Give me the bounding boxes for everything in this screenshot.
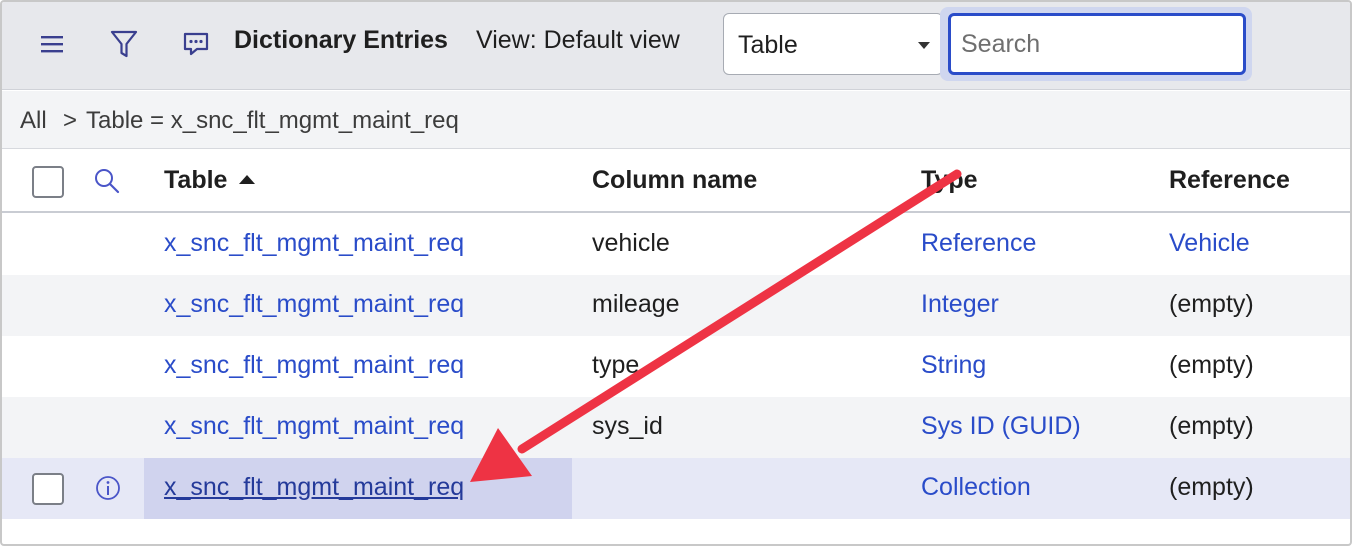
- reference-link[interactable]: Vehicle: [1169, 229, 1250, 258]
- table-row: x_snc_flt_mgmt_maint_req sys_id Sys ID (…: [2, 397, 1350, 458]
- column-header-column-name[interactable]: Column name: [592, 166, 757, 195]
- view-label[interactable]: View: Default view: [476, 26, 680, 55]
- row-preview-button[interactable]: [94, 474, 122, 502]
- table-row: x_snc_flt_mgmt_maint_req mileage Integer…: [2, 275, 1350, 336]
- search-icon: [95, 169, 120, 194]
- comments-button[interactable]: [176, 24, 216, 64]
- column-header-type[interactable]: Type: [921, 166, 978, 195]
- breadcrumb-all[interactable]: All: [20, 107, 47, 135]
- list-window: Dictionary Entries View: Default view Ta…: [0, 0, 1352, 546]
- type-link[interactable]: Reference: [921, 229, 1036, 258]
- reference-cell: (empty): [1169, 473, 1254, 501]
- table-row: x_snc_flt_mgmt_maint_req vehicle Referen…: [2, 214, 1350, 275]
- type-link[interactable]: Integer: [921, 290, 999, 319]
- column-name-cell: vehicle: [592, 229, 670, 257]
- search-input[interactable]: [948, 13, 1246, 75]
- column-header-row: Table Column name Type Reference: [2, 150, 1350, 213]
- breadcrumb: All > Table = x_snc_flt_mgmt_maint_req: [2, 91, 1350, 149]
- column-name-cell: type: [592, 351, 640, 379]
- table-name-link[interactable]: x_snc_flt_mgmt_maint_req: [164, 351, 464, 380]
- column-search-button[interactable]: [92, 166, 124, 198]
- type-link[interactable]: String: [921, 351, 986, 380]
- filter-button[interactable]: [104, 24, 144, 64]
- chevron-down-icon: [918, 42, 930, 49]
- breadcrumb-separator: >: [63, 107, 78, 134]
- column-name-cell: sys_id: [592, 412, 663, 440]
- list-header: Dictionary Entries View: Default view Ta…: [2, 2, 1350, 90]
- column-header-table-label: Table: [164, 166, 228, 194]
- menu-button[interactable]: [32, 24, 72, 64]
- column-name-cell: mileage: [592, 290, 680, 318]
- search-field-select-value: Table: [738, 31, 798, 59]
- type-link[interactable]: Collection: [921, 473, 1031, 502]
- reference-cell: (empty): [1169, 290, 1254, 318]
- table-name-link[interactable]: x_snc_flt_mgmt_maint_req: [164, 412, 464, 441]
- table-name-link[interactable]: x_snc_flt_mgmt_maint_req: [164, 290, 464, 319]
- column-header-table[interactable]: Table: [164, 166, 256, 195]
- breadcrumb-filter-condition[interactable]: Table = x_snc_flt_mgmt_maint_req: [86, 107, 459, 135]
- table-row-hovered: x_snc_flt_mgmt_maint_req Collection (emp…: [2, 458, 1350, 519]
- reference-cell: (empty): [1169, 351, 1254, 379]
- table-name-link[interactable]: x_snc_flt_mgmt_maint_req: [164, 473, 464, 502]
- reference-cell: (empty): [1169, 412, 1254, 440]
- menu-icon: [41, 36, 63, 53]
- table-row: x_snc_flt_mgmt_maint_req type String (em…: [2, 336, 1350, 397]
- search-field-select[interactable]: Table: [723, 13, 943, 75]
- row-select-checkbox[interactable]: [32, 473, 64, 505]
- column-header-reference[interactable]: Reference: [1169, 166, 1290, 195]
- type-link[interactable]: Sys ID (GUID): [921, 412, 1081, 441]
- sort-ascending-icon: [239, 175, 256, 184]
- page-title: Dictionary Entries: [234, 26, 448, 54]
- table-name-link[interactable]: x_snc_flt_mgmt_maint_req: [164, 229, 464, 258]
- select-all-checkbox[interactable]: [32, 166, 64, 198]
- info-icon: [96, 476, 120, 500]
- filter-icon: [110, 30, 138, 58]
- comment-icon: [183, 32, 209, 56]
